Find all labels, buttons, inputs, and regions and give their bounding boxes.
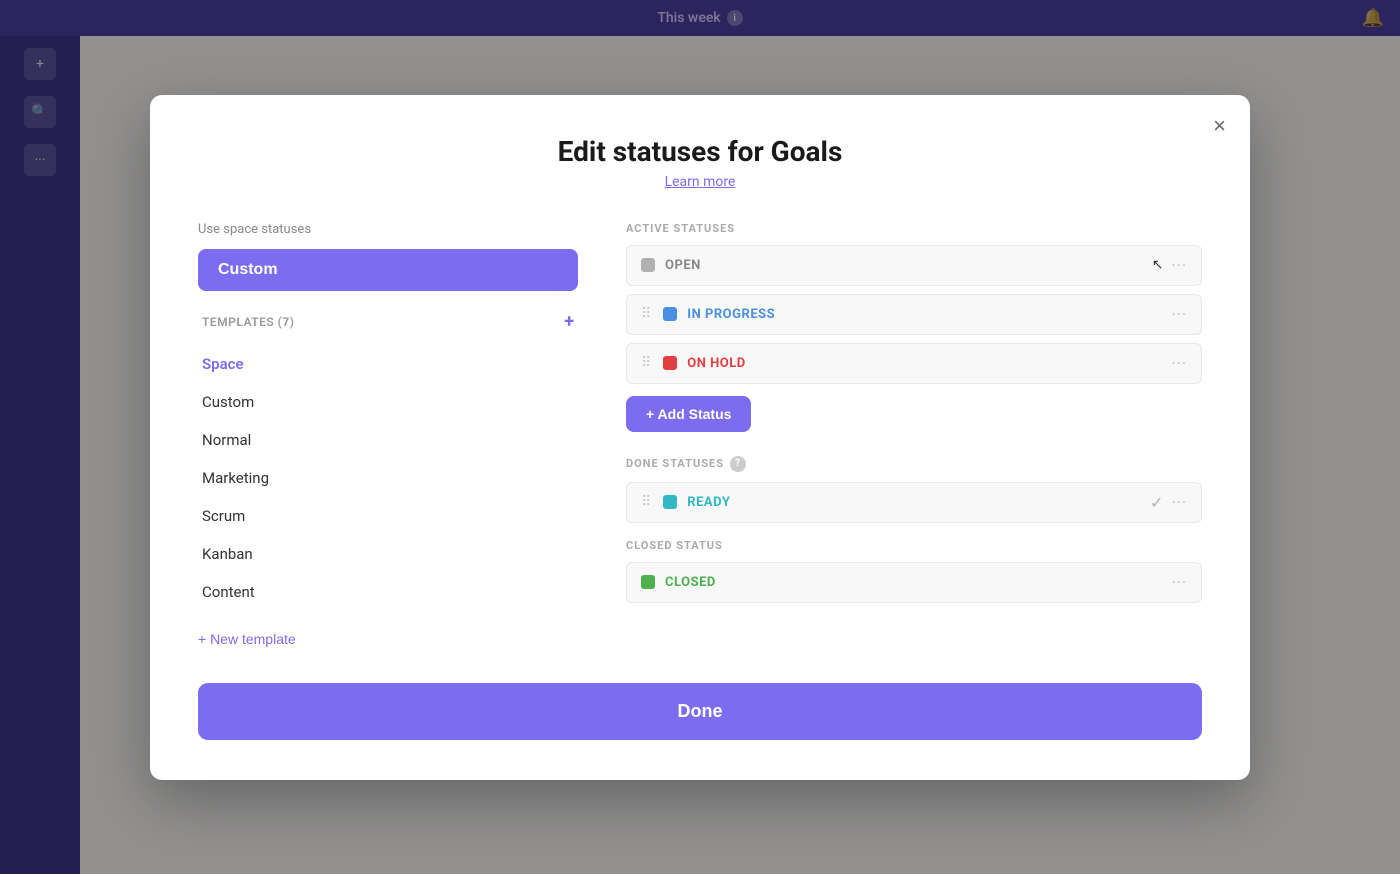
drag-handle-in-progress[interactable]: ⠿ <box>641 306 651 322</box>
done-button[interactable]: Done <box>198 683 1202 740</box>
use-space-label: Use space statuses <box>198 222 578 237</box>
templates-label: TEMPLATES (7) <box>202 315 294 329</box>
learn-more-link[interactable]: Learn more <box>198 174 1202 190</box>
closed-status-section: CLOSED STATUS CLOSED ··· <box>626 539 1202 603</box>
right-statuses-panel: ACTIVE STATUSES OPEN ↖ ··· ⠿ IN PROGRESS <box>626 222 1202 651</box>
done-statuses-help-icon[interactable]: ? <box>730 456 746 472</box>
templates-add-icon[interactable]: + <box>564 313 574 331</box>
modal-title: Edit statuses for Goals <box>198 135 1202 168</box>
modal-body: Use space statuses Custom TEMPLATES (7) … <box>198 222 1202 651</box>
status-name-closed: CLOSED <box>665 575 1161 590</box>
custom-selected-button[interactable]: Custom <box>198 249 578 291</box>
status-name-in-progress: IN PROGRESS <box>687 307 1161 322</box>
template-item-kanban[interactable]: Kanban <box>198 535 578 573</box>
drag-handle-ready[interactable]: ⠿ <box>641 494 651 510</box>
add-status-button[interactable]: + Add Status <box>626 396 751 432</box>
status-actions-closed: ··· <box>1171 573 1187 592</box>
status-row-closed[interactable]: CLOSED ··· <box>626 562 1202 603</box>
status-row-open[interactable]: OPEN ↖ ··· <box>626 245 1202 286</box>
status-color-in-progress <box>663 307 677 321</box>
template-item-normal[interactable]: Normal <box>198 421 578 459</box>
status-row-ready[interactable]: ⠿ READY ✓ ··· <box>626 482 1202 523</box>
status-more-closed[interactable]: ··· <box>1171 573 1187 592</box>
template-item-content[interactable]: Content <box>198 573 578 611</box>
status-actions-in-progress: ··· <box>1171 305 1187 324</box>
status-color-ready <box>663 495 677 509</box>
status-color-on-hold <box>663 356 677 370</box>
status-color-closed <box>641 575 655 589</box>
status-name-open: OPEN <box>665 258 1142 273</box>
status-name-on-hold: ON HOLD <box>687 356 1161 371</box>
status-row-in-progress[interactable]: ⠿ IN PROGRESS ··· <box>626 294 1202 335</box>
template-item-custom[interactable]: Custom <box>198 383 578 421</box>
status-more-open[interactable]: ··· <box>1171 256 1187 275</box>
closed-status-label: CLOSED STATUS <box>626 539 1202 552</box>
template-item-scrum[interactable]: Scrum <box>198 497 578 535</box>
status-more-ready[interactable]: ··· <box>1171 493 1187 512</box>
status-more-on-hold[interactable]: ··· <box>1171 354 1187 373</box>
status-actions-ready: ✓ ··· <box>1150 493 1187 512</box>
templates-header: TEMPLATES (7) + <box>198 307 578 337</box>
status-actions-on-hold: ··· <box>1171 354 1187 373</box>
template-item-marketing[interactable]: Marketing <box>198 459 578 497</box>
cursor-icon: ↖ <box>1152 257 1164 273</box>
left-panel: Use space statuses Custom TEMPLATES (7) … <box>198 222 578 651</box>
close-button[interactable]: × <box>1213 115 1226 137</box>
drag-handle-on-hold[interactable]: ⠿ <box>641 355 651 371</box>
template-list: Space Custom Normal Marketing Scrum Kanb… <box>198 345 578 611</box>
template-item-space[interactable]: Space <box>198 345 578 383</box>
status-color-open <box>641 258 655 272</box>
status-check-ready: ✓ <box>1150 493 1163 512</box>
done-statuses-label: DONE STATUSES ? <box>626 456 1202 472</box>
modal-overlay: × Edit statuses for Goals Learn more Use… <box>0 0 1400 874</box>
modal: × Edit statuses for Goals Learn more Use… <box>150 95 1250 780</box>
status-name-ready: READY <box>687 495 1140 510</box>
modal-header: Edit statuses for Goals Learn more <box>198 135 1202 190</box>
status-more-in-progress[interactable]: ··· <box>1171 305 1187 324</box>
status-row-on-hold[interactable]: ⠿ ON HOLD ··· <box>626 343 1202 384</box>
active-statuses-label: ACTIVE STATUSES <box>626 222 1202 235</box>
status-actions-open: ↖ ··· <box>1152 256 1187 275</box>
new-template-button[interactable]: + New template <box>198 627 296 651</box>
